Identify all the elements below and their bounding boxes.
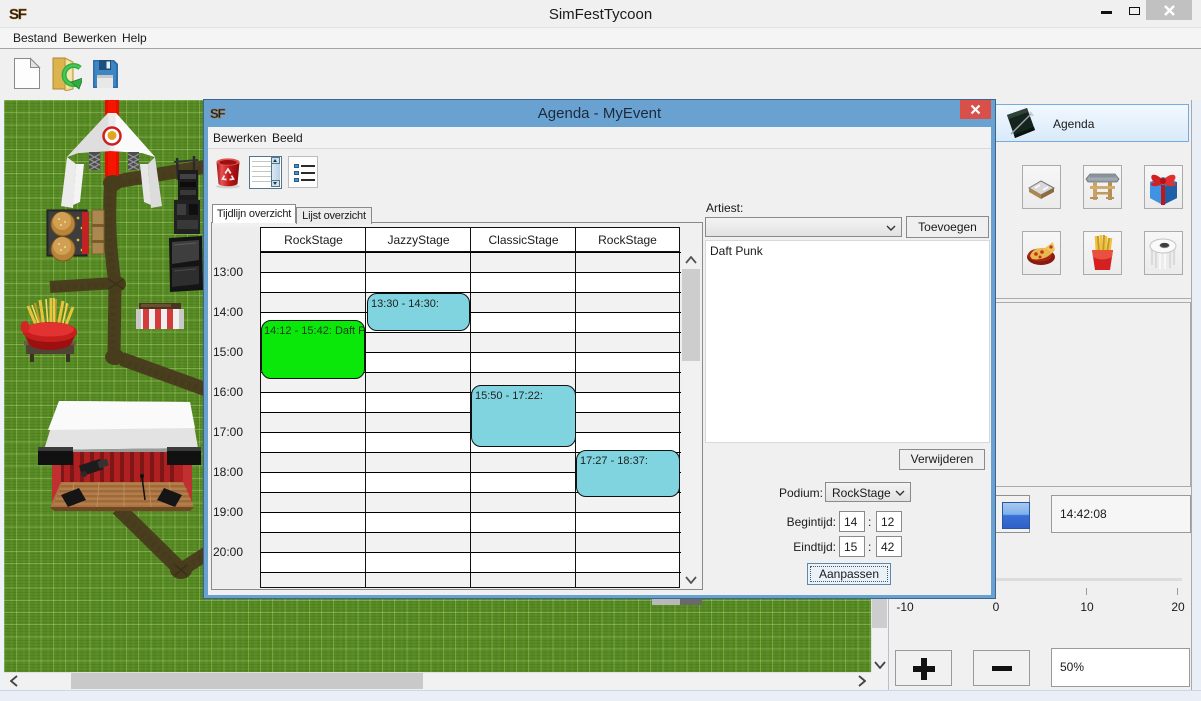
svg-text:SF: SF (9, 6, 27, 22)
